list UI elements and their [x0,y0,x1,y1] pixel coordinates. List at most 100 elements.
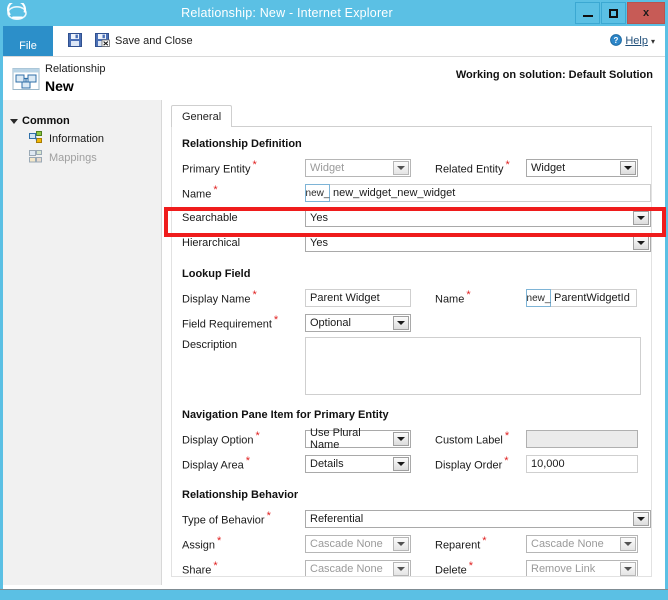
save-button[interactable] [66,31,84,52]
primary-entity-label: Primary Entity* [182,161,305,176]
custom-label-input[interactable] [526,430,638,448]
field-requirement-select[interactable]: Optional [305,314,411,332]
lookup-name-input[interactable]: ParentWidgetId [551,289,637,307]
tab-strip: General [171,105,662,127]
primary-entity-value: Widget [310,162,344,174]
ribbon-toolbar: File [3,26,665,56]
reparent-label: Reparent* [435,537,526,552]
type-of-behavior-label: Type of Behavior* [182,512,305,527]
hierarchical-label: Hierarchical [182,237,305,249]
save-and-close-button[interactable]: Save and Close [93,31,195,52]
relationship-name-input[interactable]: new_widget_new_widget [330,184,651,202]
required-marker: * [505,159,509,171]
display-option-value: Use Plural Name [310,427,391,451]
related-entity-value: Widget [531,162,565,174]
required-marker: * [256,430,260,442]
primary-entity-select[interactable]: Widget [305,159,411,177]
delete-value: Remove Link [531,563,595,575]
display-name-input[interactable]: Parent Widget [305,289,411,307]
field-row-hierarchical: Hierarchical Yes [182,232,641,254]
solution-context-label: Working on solution: Default Solution [456,69,653,81]
assign-select[interactable]: Cascade None [305,535,411,553]
chevron-down-icon [633,211,649,225]
type-of-behavior-value: Referential [310,513,363,525]
description-label: Description [182,337,305,351]
reparent-select[interactable]: Cascade None [526,535,638,553]
description-textarea[interactable] [305,337,641,395]
section-title-lookup-field: Lookup Field [182,268,641,280]
mappings-icon [29,150,43,166]
delete-select[interactable]: Remove Link [526,560,638,577]
close-button[interactable]: x [627,2,665,24]
entity-name: New [45,77,106,95]
section-title-relationship-definition: Relationship Definition [182,138,641,150]
display-order-input[interactable]: 10,000 [526,455,638,473]
chevron-down-icon [393,161,409,175]
searchable-select[interactable]: Yes [305,209,651,227]
section-title-navigation-pane: Navigation Pane Item for Primary Entity [182,409,641,421]
field-requirement-value: Optional [310,317,351,329]
share-select[interactable]: Cascade None [305,560,411,577]
file-tab[interactable]: File [3,26,53,56]
field-row-field-requirement: Field Requirement* Optional [182,312,641,334]
help-icon: ? [610,34,622,49]
save-icon [68,33,82,50]
information-icon [29,131,43,147]
display-option-label: Display Option* [182,432,305,447]
relationship-name-label: Name* [182,186,305,201]
lookup-name-label: Name* [435,291,526,306]
display-area-label: Display Area* [182,457,305,472]
help-button[interactable]: ? Help ▾ [610,34,655,49]
nav-group-label: Common [22,115,70,127]
save-and-close-icon [95,33,110,50]
related-entity-select[interactable]: Widget [526,159,638,177]
sidebar-item-mappings[interactable]: Mappings [3,148,161,167]
reparent-value: Cascade None [531,538,604,550]
searchable-label: Searchable [182,212,305,224]
field-row-relationship-name: Name* new_ new_widget_new_widget [182,182,641,204]
field-row-display-option: Display Option* Use Plural Name Custom L… [182,428,641,450]
chevron-down-icon [393,537,409,551]
help-label: Help [625,35,648,47]
lookup-name-field: new_ ParentWidgetId [526,289,637,307]
maximize-icon [609,9,618,18]
required-marker: * [252,159,256,171]
required-marker: * [246,455,250,467]
share-label: Share* [182,562,305,577]
required-marker: * [213,184,217,196]
chevron-down-icon [620,161,636,175]
chevron-down-icon [393,562,409,576]
left-navigation-pane: Common Information [3,100,162,585]
window-title: Relationship: New - Internet Explorer [0,6,574,20]
form-panel: General Relationship Definition Primary … [163,100,662,585]
required-marker: * [213,560,217,572]
assign-value: Cascade None [310,538,383,550]
relationship-icon [12,66,40,92]
sidebar-item-information[interactable]: Information [3,129,161,148]
display-area-select[interactable]: Details [305,455,411,473]
entity-type-label: Relationship [45,62,106,76]
field-row-primary-entity: Primary Entity* Widget Related Entity* W… [182,157,641,179]
section-title-relationship-behavior: Relationship Behavior [182,489,641,501]
field-row-share-delete: Share* Cascade None Delete* Remove Link [182,558,641,577]
type-of-behavior-select[interactable]: Referential [305,510,651,528]
display-order-label: Display Order* [435,457,526,472]
chevron-down-icon [393,432,409,446]
window-controls: x [574,2,665,24]
required-marker: * [469,560,473,572]
save-and-close-label: Save and Close [115,35,193,47]
maximize-button[interactable] [601,2,626,24]
minimize-button[interactable] [575,2,600,24]
nav-group-common[interactable]: Common [3,112,161,129]
chevron-down-icon: ▾ [651,37,655,46]
field-row-description: Description [182,337,641,395]
display-option-select[interactable]: Use Plural Name [305,430,411,448]
hierarchical-select[interactable]: Yes [305,234,651,252]
tab-general[interactable]: General [171,105,232,127]
required-marker: * [274,314,278,326]
required-marker: * [504,455,508,467]
status-bar [0,589,668,600]
required-marker: * [267,510,271,522]
field-row-searchable: Searchable Yes [182,207,641,229]
share-value: Cascade None [310,563,383,575]
